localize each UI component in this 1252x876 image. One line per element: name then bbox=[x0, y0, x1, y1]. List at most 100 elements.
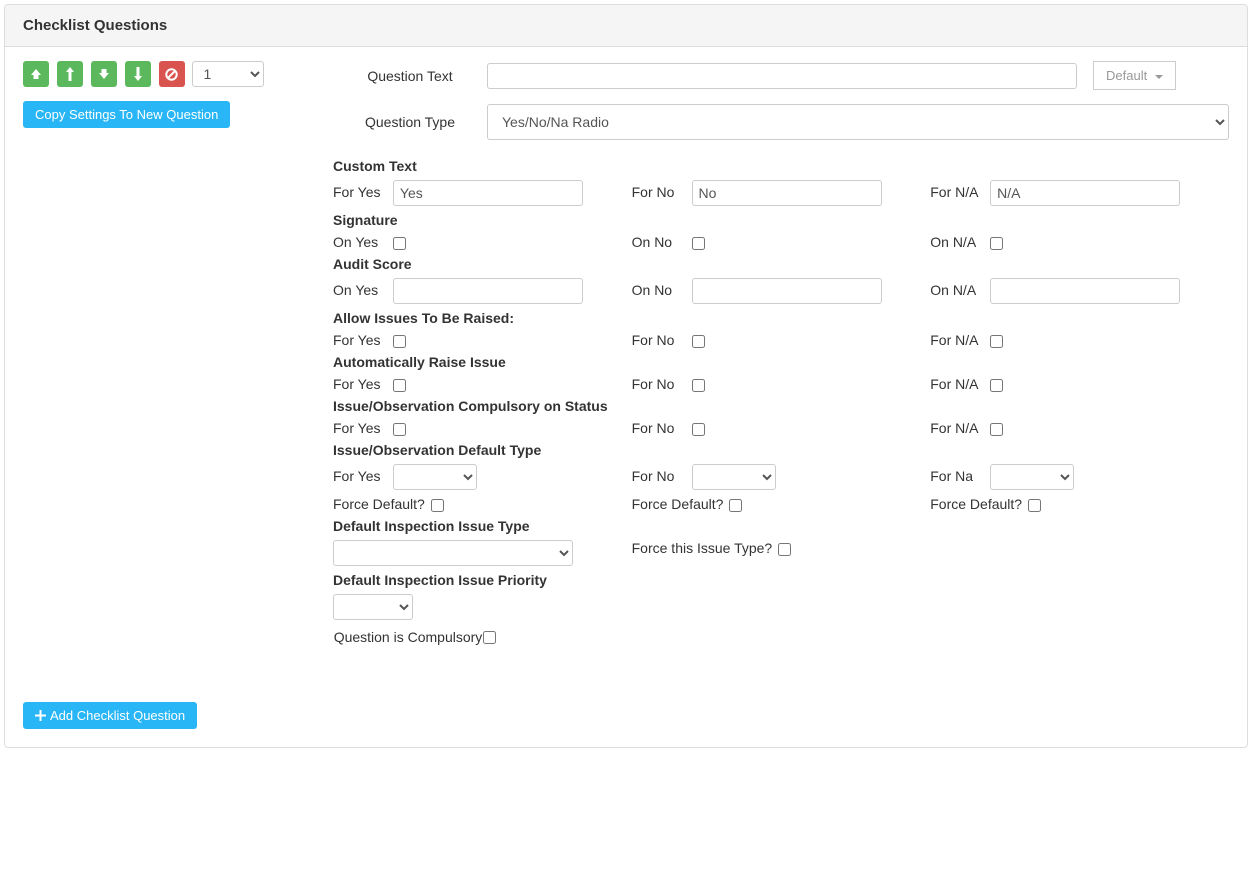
allow-no-checkbox[interactable] bbox=[692, 335, 705, 348]
question-type-row: Question Type Yes/No/Na Radio bbox=[333, 104, 1229, 140]
compulsory-status-row: For Yes For No For N/A bbox=[333, 420, 1229, 436]
force-no-label: Force Default? bbox=[632, 496, 724, 512]
audit-no-input[interactable] bbox=[692, 278, 882, 304]
default-inspection-type-header: Default Inspection Issue Type bbox=[333, 518, 1229, 534]
question-compulsory-checkbox[interactable] bbox=[483, 631, 496, 644]
deftype-na-select[interactable] bbox=[990, 464, 1074, 490]
force-no-checkbox[interactable] bbox=[729, 499, 742, 512]
panel-title: Checklist Questions bbox=[5, 5, 1247, 47]
allow-yes-label: For Yes bbox=[333, 332, 387, 348]
allow-yes-checkbox[interactable] bbox=[393, 335, 406, 348]
question-text-row: Question Text Default bbox=[333, 61, 1229, 90]
question-compulsory-label: Question is Compulsory bbox=[333, 628, 483, 646]
comp-no-label: For No bbox=[632, 420, 686, 436]
auto-yes-checkbox[interactable] bbox=[393, 379, 406, 392]
signature-row: On Yes On No On N/A bbox=[333, 234, 1229, 250]
sig-no-label: On No bbox=[632, 234, 686, 250]
panel-body: 1 Copy Settings To New Question Question… bbox=[5, 47, 1247, 747]
sig-yes-label: On Yes bbox=[333, 234, 387, 250]
force-na-checkbox[interactable] bbox=[1028, 499, 1041, 512]
force-this-type-label: Force this Issue Type? bbox=[632, 540, 773, 556]
allow-no-label: For No bbox=[632, 332, 686, 348]
compulsory-status-header: Issue/Observation Compulsory on Status bbox=[333, 398, 1229, 414]
comp-yes-label: For Yes bbox=[333, 420, 387, 436]
allow-issues-row: For Yes For No For N/A bbox=[333, 332, 1229, 348]
question-type-select[interactable]: Yes/No/Na Radio bbox=[487, 104, 1229, 140]
main-column: Question Text Default Question Type Yes/… bbox=[333, 61, 1229, 646]
delete-button[interactable] bbox=[159, 61, 185, 87]
deftype-yes-label: For Yes bbox=[333, 468, 387, 484]
default-inspection-type-select[interactable] bbox=[333, 540, 573, 566]
auto-na-label: For N/A bbox=[930, 376, 984, 392]
default-priority-select[interactable] bbox=[333, 594, 413, 620]
signature-header: Signature bbox=[333, 212, 1229, 228]
auto-no-checkbox[interactable] bbox=[692, 379, 705, 392]
sig-no-checkbox[interactable] bbox=[692, 237, 705, 250]
arrow-down-icon bbox=[133, 67, 143, 81]
force-yes-checkbox[interactable] bbox=[431, 499, 444, 512]
comp-yes-checkbox[interactable] bbox=[393, 423, 406, 436]
auto-na-checkbox[interactable] bbox=[990, 379, 1003, 392]
custom-no-input[interactable] bbox=[692, 180, 882, 206]
auto-no-label: For No bbox=[632, 376, 686, 392]
question-text-label: Question Text bbox=[333, 68, 487, 84]
move-bottom-button[interactable] bbox=[125, 61, 151, 87]
question-compulsory-row: Question is Compulsory bbox=[333, 628, 1229, 646]
default-inspection-type-row: Force this Issue Type? bbox=[333, 540, 1229, 566]
comp-no-checkbox[interactable] bbox=[692, 423, 705, 436]
add-checklist-question-button[interactable]: Add Checklist Question bbox=[23, 702, 197, 729]
default-priority-header: Default Inspection Issue Priority bbox=[333, 572, 1229, 588]
move-up-button[interactable] bbox=[57, 61, 83, 87]
default-type-row: For Yes For No For Na bbox=[333, 464, 1229, 490]
sig-na-checkbox[interactable] bbox=[990, 237, 1003, 250]
force-default-row: Force Default? Force Default? Force Defa… bbox=[333, 496, 1229, 512]
audit-yes-input[interactable] bbox=[393, 278, 583, 304]
audit-score-row: On Yes On No On N/A bbox=[333, 278, 1229, 304]
custom-yes-label: For Yes bbox=[333, 184, 387, 200]
audit-no-label: On No bbox=[632, 282, 686, 298]
toolbar-row: 1 Copy Settings To New Question Question… bbox=[23, 47, 1229, 646]
footer: Add Checklist Question bbox=[23, 702, 1229, 729]
audit-na-input[interactable] bbox=[990, 278, 1180, 304]
custom-yes-input[interactable] bbox=[393, 180, 583, 206]
custom-na-label: For N/A bbox=[930, 184, 984, 200]
default-dropdown-button[interactable]: Default bbox=[1093, 61, 1176, 90]
comp-na-label: For N/A bbox=[930, 420, 984, 436]
arrow-down-wide-icon bbox=[98, 68, 110, 80]
custom-no-label: For No bbox=[632, 184, 686, 200]
force-na-label: Force Default? bbox=[930, 496, 1022, 512]
force-yes-label: Force Default? bbox=[333, 496, 425, 512]
custom-na-input[interactable] bbox=[990, 180, 1180, 206]
copy-settings-button[interactable]: Copy Settings To New Question bbox=[23, 101, 230, 128]
auto-yes-label: For Yes bbox=[333, 376, 387, 392]
checklist-questions-panel: Checklist Questions bbox=[4, 4, 1248, 748]
force-this-type-checkbox[interactable] bbox=[778, 543, 791, 556]
audit-na-label: On N/A bbox=[930, 282, 984, 298]
audit-score-header: Audit Score bbox=[333, 256, 1229, 272]
ban-icon bbox=[165, 68, 178, 81]
sig-yes-checkbox[interactable] bbox=[393, 237, 406, 250]
deftype-no-select[interactable] bbox=[692, 464, 776, 490]
arrow-up-icon bbox=[65, 67, 75, 81]
custom-text-row: For Yes For No For N/A bbox=[333, 180, 1229, 206]
move-top-button[interactable] bbox=[23, 61, 49, 87]
deftype-yes-select[interactable] bbox=[393, 464, 477, 490]
chevron-down-icon bbox=[1155, 75, 1163, 79]
sig-na-label: On N/A bbox=[930, 234, 984, 250]
move-down-button[interactable] bbox=[91, 61, 117, 87]
deftype-no-label: For No bbox=[632, 468, 686, 484]
question-text-input[interactable] bbox=[487, 63, 1077, 89]
comp-na-checkbox[interactable] bbox=[990, 423, 1003, 436]
allow-na-checkbox[interactable] bbox=[990, 335, 1003, 348]
plus-icon bbox=[35, 710, 46, 721]
left-column: 1 Copy Settings To New Question bbox=[23, 61, 333, 128]
default-type-header: Issue/Observation Default Type bbox=[333, 442, 1229, 458]
audit-yes-label: On Yes bbox=[333, 282, 387, 298]
custom-text-header: Custom Text bbox=[333, 158, 1229, 174]
default-priority-row bbox=[333, 594, 1229, 620]
question-number-select[interactable]: 1 bbox=[192, 61, 264, 87]
arrow-up-wide-icon bbox=[30, 68, 42, 80]
deftype-na-label: For Na bbox=[930, 468, 984, 484]
allow-issues-header: Allow Issues To Be Raised: bbox=[333, 310, 1229, 326]
allow-na-label: For N/A bbox=[930, 332, 984, 348]
